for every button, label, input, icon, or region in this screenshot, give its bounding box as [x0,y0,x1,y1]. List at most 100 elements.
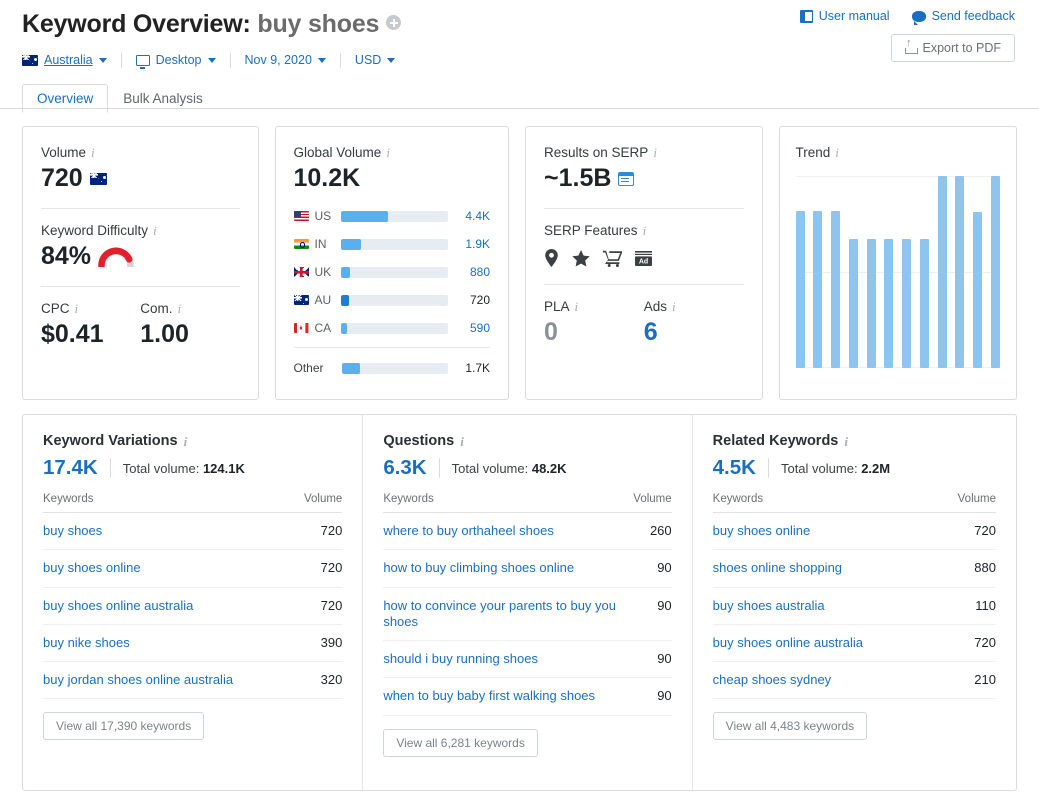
date-selector[interactable]: Nov 9, 2020 [245,53,326,67]
user-manual-link[interactable]: User manual [800,9,890,23]
main-content: Volume i 720 Keyword Difficulty i 84% [0,112,1039,791]
table-row[interactable]: buy jordan shoes online australia320 [43,662,342,699]
list-item[interactable]: AU 720 [294,289,491,311]
competition-label: Com. [140,301,172,316]
list-item[interactable]: IN 1.9K [294,233,491,255]
keyword-link[interactable]: buy shoes online australia [713,624,939,661]
related-keywords-table: Keywords Volume buy shoes online720 shoe… [713,493,996,699]
table-row[interactable]: buy shoes720 [43,513,342,550]
keyword-variations-count[interactable]: 17.4K [43,456,98,480]
send-feedback-label: Send feedback [932,9,1015,23]
info-icon[interactable]: i [672,300,676,313]
trend-bar[interactable] [849,239,858,368]
info-icon[interactable]: i [575,300,579,313]
info-icon[interactable]: i [460,435,464,448]
table-row[interactable]: buy shoes online australia720 [713,624,996,661]
uk-flag-icon [294,267,309,277]
info-icon[interactable]: i [844,435,848,448]
keyword-link[interactable]: buy shoes australia [713,587,939,624]
serp-preview-icon[interactable] [618,172,634,186]
info-icon[interactable]: i [153,224,157,237]
trend-bar[interactable] [973,212,982,368]
list-item[interactable]: UK 880 [294,261,491,283]
table-header-row: Keywords Volume [383,493,671,513]
trend-bar[interactable] [831,211,840,368]
keyword-link[interactable]: buy shoes [43,513,292,550]
info-icon[interactable]: i [75,302,79,315]
table-row[interactable]: cheap shoes sydney210 [713,662,996,699]
trend-bar[interactable] [920,239,929,368]
keyword-link[interactable]: buy jordan shoes online australia [43,662,292,699]
divider [110,458,111,478]
ads-value[interactable]: 6 [644,318,744,347]
questions-count[interactable]: 6.3K [383,456,426,480]
ad-box-icon[interactable]: Ad [635,251,652,266]
serp-features-list: Ad [544,247,744,269]
table-row[interactable]: buy shoes online australia720 [43,587,342,624]
table-row[interactable]: how to convince your parents to buy you … [383,587,671,641]
australia-flag-icon [90,173,107,185]
keyword-link[interactable]: buy nike shoes [43,624,292,661]
currency-selector[interactable]: USD [355,53,395,67]
keyword-difficulty-label-row: Keyword Difficulty i [41,223,240,238]
info-icon[interactable]: i [835,146,839,159]
view-all-keywords-button[interactable]: View all 17,390 keywords [43,712,204,740]
volume-bar [342,363,449,374]
keyword-link[interactable]: when to buy baby first walking shoes [383,678,633,715]
related-keywords-count[interactable]: 4.5K [713,456,756,480]
info-icon[interactable]: i [184,435,188,448]
table-row[interactable]: when to buy baby first walking shoes90 [383,678,671,715]
plus-circle-icon[interactable] [386,15,401,30]
table-row[interactable]: should i buy running shoes90 [383,641,671,678]
keyword-link[interactable]: buy shoes online [713,513,939,550]
info-icon[interactable]: i [653,146,657,159]
trend-bar[interactable] [902,239,911,368]
keyword-link[interactable]: buy shoes online australia [43,587,292,624]
info-icon[interactable]: i [178,302,182,315]
keyword-link[interactable]: cheap shoes sydney [713,662,939,699]
shopping-cart-icon[interactable] [603,250,622,267]
trend-bar[interactable] [796,211,805,368]
table-row[interactable]: where to buy orthaheel shoes260 [383,513,671,550]
trend-bar-chart [796,176,1000,368]
info-icon[interactable]: i [91,146,95,159]
table-row[interactable]: buy nike shoes390 [43,624,342,661]
keyword-volume: 90 [633,587,671,641]
header-links: User manual Send feedback [800,9,1015,23]
table-row[interactable]: buy shoes online720 [43,550,342,587]
panel-summary: 4.5K Total volume: 2.2M [713,456,996,480]
view-all-keywords-button[interactable]: View all 6,281 keywords [383,729,538,757]
keyword-link[interactable]: buy shoes online [43,550,292,587]
export-to-pdf-button[interactable]: Export to PDF [891,34,1016,62]
country-code: AU [315,293,341,307]
trend-bar[interactable] [955,176,964,368]
map-pin-icon[interactable] [544,249,559,267]
keyword-volume: 390 [292,624,342,661]
trend-bar[interactable] [991,176,1000,368]
global-volume-value: 10.2K [294,164,491,193]
table-row[interactable]: how to buy climbing shoes online90 [383,550,671,587]
list-item[interactable]: US 4.4K [294,205,491,227]
trend-bars [796,176,1000,368]
keyword-link[interactable]: where to buy orthaheel shoes [383,513,633,550]
trend-bar[interactable] [813,211,822,368]
device-selector[interactable]: Desktop [136,53,216,67]
info-icon[interactable]: i [643,224,647,237]
send-feedback-link[interactable]: Send feedback [912,9,1015,23]
keyword-link[interactable]: shoes online shopping [713,550,939,587]
trend-bar[interactable] [938,176,947,368]
table-row[interactable]: buy shoes online720 [713,513,996,550]
keyword-link[interactable]: how to buy climbing shoes online [383,550,633,587]
list-item[interactable]: CA 590 [294,317,491,339]
trend-card: Trend i [779,126,1017,400]
star-icon[interactable] [572,250,590,267]
country-selector[interactable]: Australia [22,53,107,67]
trend-bar[interactable] [884,239,893,368]
info-icon[interactable]: i [386,146,390,159]
keyword-link[interactable]: should i buy running shoes [383,641,633,678]
trend-bar[interactable] [867,239,876,368]
table-row[interactable]: shoes online shopping880 [713,550,996,587]
view-all-keywords-button[interactable]: View all 4,483 keywords [713,712,868,740]
keyword-link[interactable]: how to convince your parents to buy you … [383,587,633,641]
table-row[interactable]: buy shoes australia110 [713,587,996,624]
